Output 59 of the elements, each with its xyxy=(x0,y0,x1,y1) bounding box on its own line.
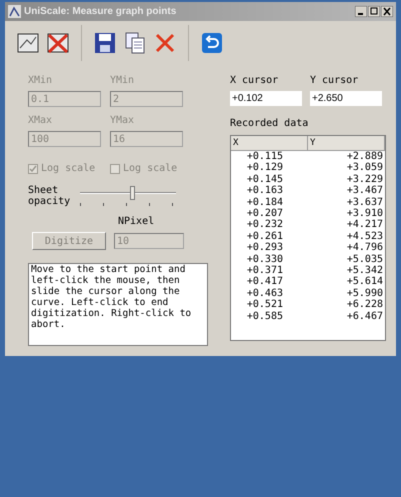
table-cell-text: +0.184 xyxy=(246,196,284,208)
table-cell-text: +3.229 xyxy=(346,174,384,186)
close-icon[interactable] xyxy=(381,6,393,17)
undo-icon[interactable] xyxy=(201,32,223,54)
table-cell-text: +0.521 xyxy=(246,299,284,311)
table-cell-text: +0.261 xyxy=(246,230,284,242)
checkbox-label: Log scale xyxy=(123,162,178,176)
table-cell-text: +0.115 xyxy=(246,151,284,162)
chart-icon[interactable] xyxy=(17,32,39,54)
table-cell-text: +0.163 xyxy=(246,185,284,197)
table-cell-text: +4.796 xyxy=(346,242,384,254)
table-cell-text: +3.059 xyxy=(346,162,384,174)
maximize-icon[interactable] xyxy=(368,6,380,17)
input-field[interactable]: +0.102 xyxy=(230,91,302,106)
table-cell-text: +4.523 xyxy=(346,230,384,242)
table-cell-text: +0.330 xyxy=(246,254,284,266)
column-header[interactable]: X xyxy=(231,136,308,150)
table-cell-text: +5.990 xyxy=(346,288,384,300)
table-title: Recorded data xyxy=(230,117,310,131)
table-cell-text: +6.228 xyxy=(346,299,384,311)
checkbox-label: Log scale xyxy=(41,162,96,176)
input-field[interactable]: +2.650 xyxy=(310,91,382,106)
app-icon xyxy=(8,5,21,18)
slider-label: Sheet opacity xyxy=(28,185,72,207)
window-title: UniScale: Measure graph points xyxy=(24,5,178,19)
table-cell-text: +0.145 xyxy=(246,174,284,186)
table-cell-text: +2.889 xyxy=(346,151,384,162)
table-cell-text: +5.614 xyxy=(346,276,384,288)
field-label: Y cursor xyxy=(310,74,360,88)
table-cell-text: +5.342 xyxy=(346,265,384,276)
column-header[interactable]: Y xyxy=(308,136,385,150)
table-cell-text: +0.585 xyxy=(246,310,284,322)
table-cell-text: +4.217 xyxy=(346,219,384,231)
table-cell-text: +3.637 xyxy=(346,196,384,208)
slider-thumb[interactable] xyxy=(130,186,135,200)
instructions-text: Move to the start point and left-click the mouse, then slide the cursor along the curve. Left-click to end digitization. Right-click to abort. xyxy=(28,263,208,346)
table-cell-text: +0.293 xyxy=(246,242,284,254)
copy-icon[interactable] xyxy=(124,32,146,54)
field-label: X cursor xyxy=(230,74,280,88)
delete-chart-icon[interactable] xyxy=(47,32,69,54)
field-label: XMin xyxy=(28,74,54,88)
save-icon[interactable] xyxy=(94,32,116,54)
table-cell-text: +0.417 xyxy=(246,276,284,288)
field-label: YMax xyxy=(110,114,136,128)
opacity-slider[interactable] xyxy=(80,184,176,208)
table-cell-text: +0.207 xyxy=(246,208,284,220)
field-label: YMin xyxy=(110,74,136,88)
minimize-icon[interactable] xyxy=(355,6,367,17)
field-label: XMax xyxy=(28,114,54,128)
table-cell-text: +3.910 xyxy=(346,208,384,220)
table-cell-text: +0.129 xyxy=(246,162,284,174)
field-label: NPixel xyxy=(118,215,156,229)
table-cell-text: +5.035 xyxy=(346,254,384,266)
table-cell-text: +0.371 xyxy=(246,265,284,276)
table-cell-text: +3.467 xyxy=(346,185,384,197)
delete-icon[interactable] xyxy=(154,32,176,54)
table-cell-text: +0.463 xyxy=(246,288,284,300)
table-cell-text: +0.232 xyxy=(246,219,284,231)
table-cell-text: +6.467 xyxy=(346,310,384,322)
